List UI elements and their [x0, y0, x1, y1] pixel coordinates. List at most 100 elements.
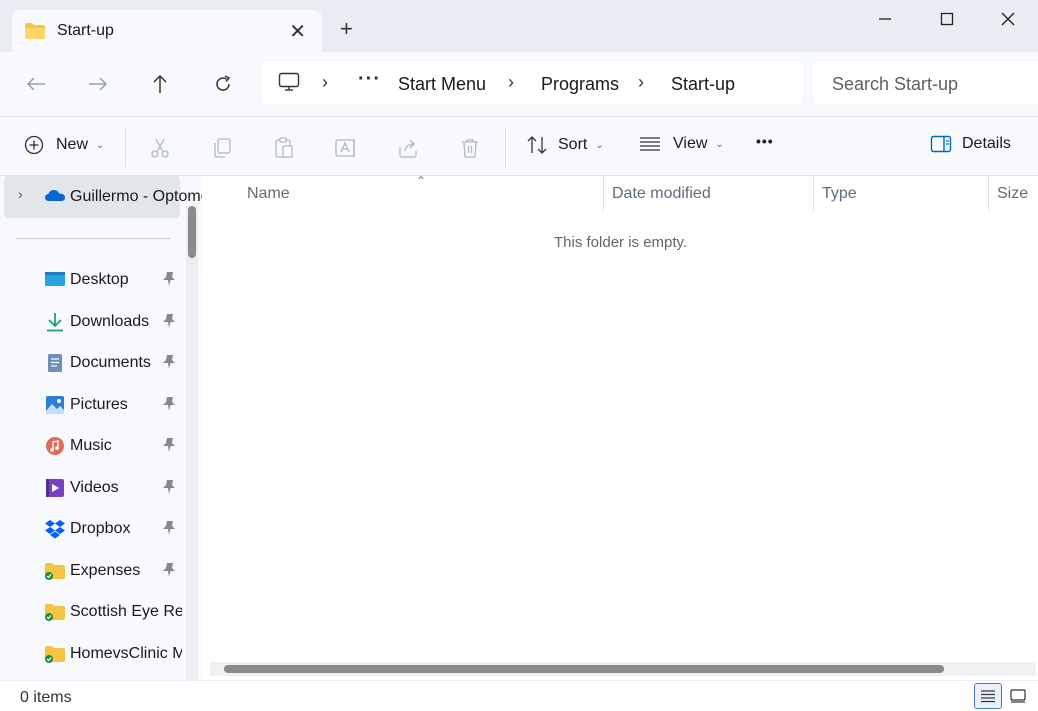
sort-button[interactable]: Sort ⌄ [526, 135, 604, 155]
close-window-button[interactable] [985, 4, 1031, 34]
maximize-button[interactable] [924, 4, 970, 34]
pin-icon [162, 520, 176, 541]
desktop-icon [44, 270, 66, 290]
divider [16, 238, 171, 239]
navigation-bar: › ··· Start Menu › Programs › Start-up S… [0, 52, 1038, 116]
computer-icon [278, 72, 300, 97]
empty-folder-message: This folder is empty. [554, 234, 688, 251]
sidebar-scrollbar-thumb[interactable] [188, 206, 196, 258]
tiles-view-icon [1010, 689, 1026, 703]
clipboard-icon [275, 137, 293, 158]
folder-synced-icon [44, 644, 66, 664]
folder-icon [24, 22, 46, 45]
view-button[interactable]: View ⌄ [639, 135, 724, 153]
cut-button[interactable] [147, 135, 173, 161]
breadcrumb-overflow-button[interactable]: ··· [358, 68, 381, 91]
rename-icon [335, 139, 355, 157]
folder-synced-icon [44, 602, 66, 622]
dropbox-icon [44, 519, 66, 539]
column-header-size[interactable]: Size [997, 185, 1028, 203]
chevron-down-icon: ⌄ [595, 139, 604, 151]
horizontal-scrollbar-thumb[interactable] [224, 665, 944, 673]
scissors-icon [151, 138, 169, 158]
sidebar-item-pictures[interactable]: Pictures [0, 387, 182, 423]
rename-button[interactable] [333, 135, 359, 161]
column-header-name[interactable]: Name [247, 185, 290, 203]
column-divider[interactable] [988, 176, 989, 212]
breadcrumb-programs[interactable]: Programs [541, 74, 619, 95]
sidebar-item-scottish-eye-research[interactable]: Scottish Eye Research [0, 594, 182, 630]
copy-button[interactable] [209, 135, 235, 161]
sort-ascending-icon: ⌃ [416, 174, 427, 188]
paste-button[interactable] [271, 135, 297, 161]
pin-icon [162, 354, 176, 375]
sidebar-scrollbar-track[interactable] [186, 206, 198, 680]
details-label: Details [962, 135, 1011, 152]
delete-button[interactable] [457, 135, 483, 161]
breadcrumb-separator[interactable]: › [508, 72, 514, 93]
share-icon [399, 139, 417, 158]
details-view-button[interactable] [974, 683, 1002, 709]
details-button[interactable]: Details [930, 135, 1011, 153]
sidebar-item-homevsclinic[interactable]: HomevsClinic Monitoring [0, 636, 182, 672]
forward-button[interactable] [84, 70, 112, 98]
sidebar-item-desktop[interactable]: Desktop [0, 262, 182, 298]
breadcrumb-separator[interactable]: › [638, 72, 644, 93]
search-input[interactable]: Search Start-up [814, 62, 1038, 104]
column-divider[interactable] [813, 176, 814, 212]
sidebar-item-label: HomevsClinic Monitoring [70, 645, 182, 662]
sidebar-item-documents[interactable]: Documents [0, 345, 182, 381]
sidebar-item-videos[interactable]: Videos [0, 470, 182, 506]
documents-icon [44, 353, 66, 373]
refresh-button[interactable] [209, 70, 237, 98]
onedrive-cloud-icon [44, 188, 66, 207]
new-tab-button[interactable]: + [340, 16, 353, 42]
pin-icon [162, 271, 176, 292]
chevron-right-icon[interactable]: › [18, 186, 23, 202]
new-button[interactable]: New ⌄ [24, 135, 104, 155]
arrow-right-icon [89, 77, 108, 91]
sidebar-item-dropbox[interactable]: Dropbox [0, 511, 182, 547]
share-button[interactable] [395, 135, 421, 161]
navigation-pane: › Guillermo - Optometry Desktop Download… [0, 176, 202, 680]
sidebar-item-label: Scottish Eye Research [70, 603, 182, 620]
up-button[interactable] [146, 70, 174, 98]
refresh-icon [216, 75, 231, 91]
item-count: 0 items [20, 689, 72, 706]
details-pane-icon [930, 135, 952, 153]
details-view-icon [981, 690, 995, 703]
sidebar-item-expenses[interactable]: Expenses [0, 553, 182, 589]
plus-circle-icon [24, 135, 44, 155]
pin-icon [162, 479, 176, 500]
trash-icon [462, 139, 478, 158]
breadcrumb-separator[interactable]: › [322, 72, 328, 93]
large-icons-view-button[interactable] [1004, 683, 1032, 709]
column-header-date-modified[interactable]: Date modified [612, 185, 711, 203]
videos-icon [44, 478, 66, 498]
new-label: New [56, 136, 89, 153]
breadcrumb-start-up[interactable]: Start-up [671, 74, 735, 95]
copy-icon [214, 138, 231, 158]
pin-icon [162, 313, 176, 334]
divider [125, 127, 126, 167]
column-header-type[interactable]: Type [822, 185, 857, 203]
sidebar-item-onedrive[interactable]: › Guillermo - Optometry [4, 176, 202, 218]
column-divider[interactable] [603, 176, 604, 212]
music-icon [44, 436, 66, 456]
folder-synced-icon [44, 561, 66, 581]
chevron-down-icon: ⌄ [96, 139, 105, 151]
arrow-up-icon [153, 74, 167, 93]
breadcrumb-start-menu[interactable]: Start Menu [398, 74, 486, 95]
more-options-button[interactable]: ••• [756, 133, 774, 149]
close-tab-icon[interactable]: ✕ [289, 19, 306, 44]
sidebar-item-music[interactable]: Music [0, 428, 182, 464]
title-bar: Start-up ✕ + [0, 0, 1038, 52]
tab-start-up[interactable]: Start-up ✕ [12, 10, 322, 52]
minimize-button[interactable] [862, 4, 908, 34]
pin-icon [162, 396, 176, 417]
sidebar-item-downloads[interactable]: Downloads [0, 304, 182, 340]
address-bar[interactable]: › ··· Start Menu › Programs › Start-up [262, 62, 802, 104]
pin-icon [162, 562, 176, 583]
back-button[interactable] [22, 70, 50, 98]
sidebar-item-label: Guillermo - Optometry [70, 188, 202, 205]
